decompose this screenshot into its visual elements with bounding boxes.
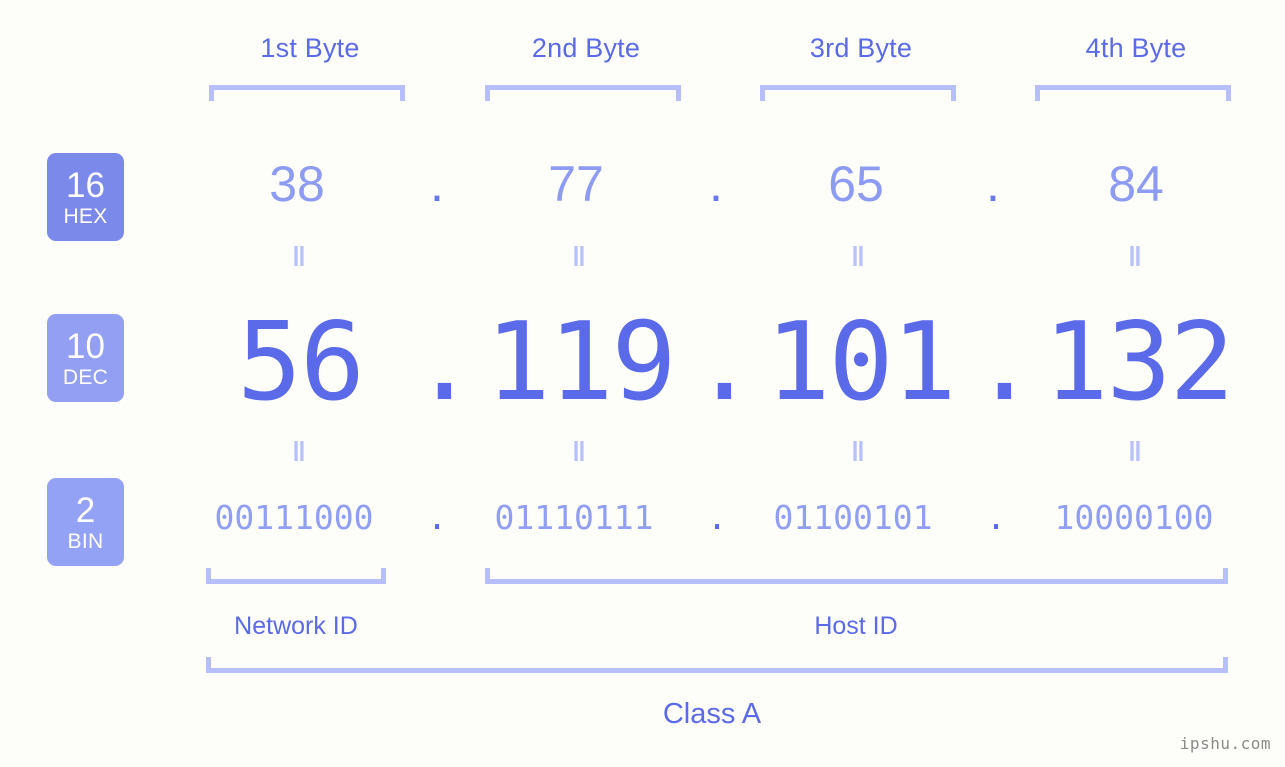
host-id-bracket xyxy=(485,568,1228,584)
equals-separator-7: ‖ xyxy=(851,436,867,467)
class-label: Class A xyxy=(662,698,762,730)
byte-header-1: 1st Byte xyxy=(260,33,360,63)
byte-header-2: 2nd Byte xyxy=(531,33,641,63)
byte-bracket-1 xyxy=(209,85,405,101)
ip-address-diagram: 1st Byte 2nd Byte 3rd Byte 4th Byte 16 H… xyxy=(0,0,1285,767)
base-badge-bin: 2 BIN xyxy=(47,478,124,566)
dec-dot-2: . xyxy=(692,300,757,425)
bin-octet-2: 01110111 xyxy=(494,498,654,537)
host-id-label: Host ID xyxy=(814,612,898,640)
base-badge-hex: 16 HEX xyxy=(47,153,124,241)
byte-bracket-3 xyxy=(760,85,956,101)
base-badge-dec-name: DEC xyxy=(62,365,109,389)
base-badge-hex-number: 16 xyxy=(66,165,105,205)
equals-separator-3: ‖ xyxy=(851,241,867,272)
network-id-label: Network ID xyxy=(234,612,358,640)
dec-octet-2: 119 xyxy=(485,300,676,425)
dec-octet-1: 56 xyxy=(236,300,365,425)
hex-dot-3: . xyxy=(986,156,1000,212)
site-watermark: ipshu.com xyxy=(1179,734,1271,753)
hex-octet-1: 38 xyxy=(269,156,325,212)
equals-separator-2: ‖ xyxy=(572,241,588,272)
bin-dot-1: . xyxy=(427,498,447,537)
base-badge-dec-number: 10 xyxy=(66,326,105,366)
bin-dot-3: . xyxy=(986,498,1006,537)
byte-header-3: 3rd Byte xyxy=(809,33,913,63)
hex-dot-2: . xyxy=(709,156,723,212)
dec-octet-3: 101 xyxy=(765,300,956,425)
bin-octet-3: 01100101 xyxy=(773,498,933,537)
hex-octet-3: 65 xyxy=(828,156,884,212)
byte-header-4: 4th Byte xyxy=(1085,33,1187,63)
equals-separator-4: ‖ xyxy=(1128,241,1144,272)
byte-bracket-2 xyxy=(485,85,681,101)
bin-octet-1: 00111000 xyxy=(214,498,374,537)
byte-bracket-4 xyxy=(1035,85,1231,101)
base-badge-hex-name: HEX xyxy=(63,204,108,228)
dec-dot-3: . xyxy=(972,300,1037,425)
bin-octet-4: 10000100 xyxy=(1054,498,1214,537)
base-badge-dec: 10 DEC xyxy=(47,314,124,402)
hex-dot-1: . xyxy=(430,156,444,212)
equals-separator-5: ‖ xyxy=(292,436,308,467)
equals-separator-8: ‖ xyxy=(1128,436,1144,467)
equals-separator-6: ‖ xyxy=(572,436,588,467)
base-badge-bin-name: BIN xyxy=(67,529,104,553)
class-bracket xyxy=(206,657,1228,673)
network-id-bracket xyxy=(206,568,386,584)
dec-octet-4: 132 xyxy=(1043,300,1234,425)
equals-separator-1: ‖ xyxy=(292,241,308,272)
dec-dot-1: . xyxy=(412,300,477,425)
base-badge-bin-number: 2 xyxy=(75,490,96,530)
hex-octet-4: 84 xyxy=(1108,156,1164,212)
hex-octet-2: 77 xyxy=(548,156,604,212)
